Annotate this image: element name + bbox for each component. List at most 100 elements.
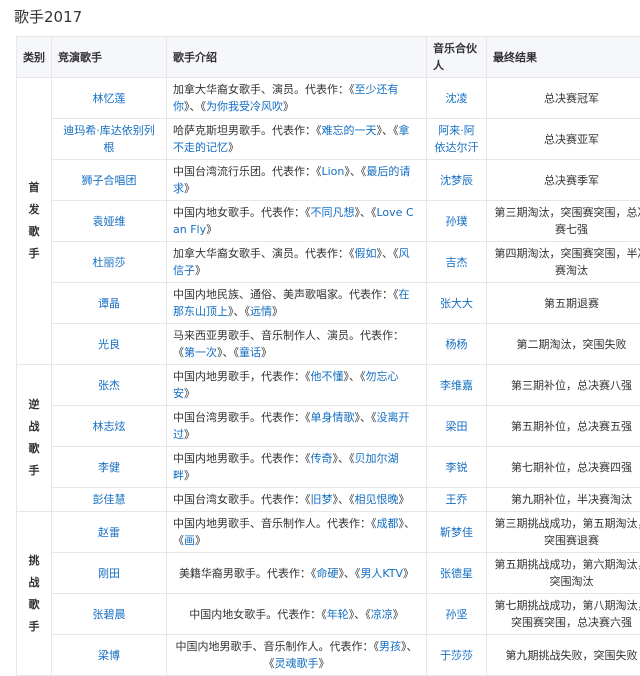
partner-cell: 吉杰 <box>427 242 487 283</box>
partner-link[interactable]: 李维嘉 <box>440 379 473 392</box>
work-link[interactable]: 他不懂 <box>311 370 344 383</box>
partner-cell: 张大大 <box>427 283 487 324</box>
table-row: 彭佳慧中国台湾女歌手。代表作：《旧梦》、《相见恨晚》王乔第九期补位，半决赛淘汰 <box>17 488 640 512</box>
singer-link[interactable]: 袁娅维 <box>93 215 126 228</box>
work-link[interactable]: 凉凉 <box>371 608 393 621</box>
work-link[interactable]: 年轮 <box>327 608 349 621</box>
singer-link[interactable]: 李健 <box>98 461 120 474</box>
intro-text: 》 <box>272 305 283 318</box>
singer-link[interactable]: 林志炫 <box>93 420 126 433</box>
intro-text: 》 <box>195 534 206 547</box>
singer-link[interactable]: 林忆莲 <box>93 92 126 105</box>
partner-link[interactable]: 孙坚 <box>446 608 468 621</box>
partner-link[interactable]: 李锐 <box>446 461 468 474</box>
intro-text: 》、《 <box>355 206 377 219</box>
singer-link[interactable]: 狮子合唱团 <box>82 174 137 187</box>
partner-link[interactable]: 阿来·阿依达尔汗 <box>435 124 479 154</box>
singer-link[interactable]: 彭佳慧 <box>93 493 126 506</box>
intro-cell: 加拿大华裔女歌手、演员。代表作：《假如》、《风信子》 <box>167 242 427 283</box>
partner-link[interactable]: 杨杨 <box>446 338 468 351</box>
work-link[interactable]: 远情 <box>250 305 272 318</box>
intro-text: 中国内地男歌手。代表作：《 <box>173 452 311 465</box>
partner-cell: 杨杨 <box>427 324 487 365</box>
intro-text: 》 <box>184 428 195 441</box>
partner-link[interactable]: 沈梦辰 <box>440 174 473 187</box>
work-link[interactable]: 传奇 <box>311 452 333 465</box>
intro-text: 》 <box>319 657 330 670</box>
header-singer: 竞演歌手 <box>52 37 167 78</box>
partner-link[interactable]: 张德星 <box>440 567 473 580</box>
table-row: 逆战歌手张杰中国内地男歌手，代表作：《他不懂》、《勿忘心安》李维嘉第三期补位，总… <box>17 365 640 406</box>
header-category: 类别 <box>17 37 52 78</box>
singer-link[interactable]: 光良 <box>98 338 120 351</box>
table-row: 张碧晨中国内地女歌手。代表作：《年轮》、《凉凉》孙坚第七期挑战成功，第八期淘汰，… <box>17 594 640 635</box>
work-link[interactable]: 男孩 <box>379 640 401 653</box>
singer-link[interactable]: 梁博 <box>98 649 120 662</box>
work-link[interactable]: 假如 <box>355 247 377 260</box>
partner-link[interactable]: 沈凌 <box>446 92 468 105</box>
intro-text: 》、《 <box>228 305 250 318</box>
intro-text: 》、《 <box>344 165 366 178</box>
singer-link[interactable]: 谭晶 <box>98 297 120 310</box>
partner-cell: 梁田 <box>427 406 487 447</box>
work-link[interactable]: 为你我受冷风吹 <box>206 100 283 113</box>
work-link[interactable]: 第一次 <box>184 346 217 359</box>
intro-text: 》、《 <box>377 247 399 260</box>
header-intro: 歌手介绍 <box>167 37 427 78</box>
result-cell: 第九期补位，半决赛淘汰 <box>487 488 640 512</box>
singer-link[interactable]: 刚田 <box>98 567 120 580</box>
work-link[interactable]: 单身情歌 <box>311 411 355 424</box>
work-link[interactable]: 难忘的一天 <box>322 124 377 137</box>
singer-cell: 谭晶 <box>52 283 167 324</box>
partner-link[interactable]: 靳梦佳 <box>440 526 473 539</box>
intro-cell: 中国内地男歌手。代表作：《传奇》、《贝加尔湖畔》 <box>167 447 427 488</box>
work-link[interactable]: Lion <box>322 165 345 178</box>
partner-link[interactable]: 于莎莎 <box>440 649 473 662</box>
partner-cell: 靳梦佳 <box>427 512 487 553</box>
work-link[interactable]: 童话 <box>239 346 261 359</box>
intro-text: 加拿大华裔女歌手、演员。代表作：《 <box>173 83 355 96</box>
singer-table: 类别 竞演歌手 歌手介绍 音乐合伙人 最终结果 首发歌手林忆莲加拿大华裔女歌手、… <box>16 36 640 676</box>
singer-link[interactable]: 张碧晨 <box>93 608 126 621</box>
header-result: 最终结果 <box>487 37 640 78</box>
category-label: 逆战歌手 <box>28 394 40 482</box>
work-link[interactable]: 成都 <box>377 517 399 530</box>
intro-text: 中国内地男歌手，代表作：《 <box>173 370 311 383</box>
table-row: 光良马来西亚男歌手、音乐制作人、演员。代表作：《第一次》、《童话》杨杨第二期淘汰… <box>17 324 640 365</box>
intro-text: 》 <box>184 387 195 400</box>
singer-cell: 李健 <box>52 447 167 488</box>
partner-link[interactable]: 孙璞 <box>446 215 468 228</box>
intro-text: 》 <box>184 182 195 195</box>
partner-cell: 王乔 <box>427 488 487 512</box>
result-cell: 第二期淘汰，突围失败 <box>487 324 640 365</box>
intro-cell: 加拿大华裔女歌手、演员。代表作：《至少还有你》、《为你我受冷风吹》 <box>167 78 427 119</box>
partner-cell: 于莎莎 <box>427 635 487 676</box>
result-cell: 总决赛亚军 <box>487 119 640 160</box>
singer-link[interactable]: 张杰 <box>98 379 120 392</box>
table-row: 李健中国内地男歌手。代表作：《传奇》、《贝加尔湖畔》李锐第七期补位，总决赛四强 <box>17 447 640 488</box>
singer-link[interactable]: 迪玛希·库达依别列根 <box>63 124 155 154</box>
partner-link[interactable]: 吉杰 <box>446 256 468 269</box>
singer-link[interactable]: 杜丽莎 <box>93 256 126 269</box>
singer-cell: 光良 <box>52 324 167 365</box>
intro-text: 美籍华裔男歌手。代表作：《 <box>179 567 317 580</box>
work-link[interactable]: 画 <box>184 534 195 547</box>
work-link[interactable]: 不同凡想 <box>311 206 355 219</box>
partner-cell: 李维嘉 <box>427 365 487 406</box>
partner-cell: 孙坚 <box>427 594 487 635</box>
work-link[interactable]: 旧梦 <box>311 493 333 506</box>
partner-link[interactable]: 梁田 <box>446 420 468 433</box>
partner-cell: 孙璞 <box>427 201 487 242</box>
singer-cell: 梁博 <box>52 635 167 676</box>
partner-link[interactable]: 王乔 <box>446 493 468 506</box>
partner-link[interactable]: 张大大 <box>440 297 473 310</box>
work-link[interactable]: 命硬 <box>316 567 338 580</box>
intro-text: 》、《 <box>344 370 366 383</box>
work-link[interactable]: 相见恨晚 <box>355 493 399 506</box>
intro-cell: 中国内地男歌手、音乐制作人。代表作：《男孩》、《灵魂歌手》 <box>167 635 427 676</box>
singer-link[interactable]: 赵雷 <box>98 526 120 539</box>
table-row: 首发歌手林忆莲加拿大华裔女歌手、演员。代表作：《至少还有你》、《为你我受冷风吹》… <box>17 78 640 119</box>
work-link[interactable]: 灵魂歌手 <box>275 657 319 670</box>
work-link[interactable]: 男人KTV <box>360 567 403 580</box>
result-cell: 第九期挑战失败，突围失败 <box>487 635 640 676</box>
